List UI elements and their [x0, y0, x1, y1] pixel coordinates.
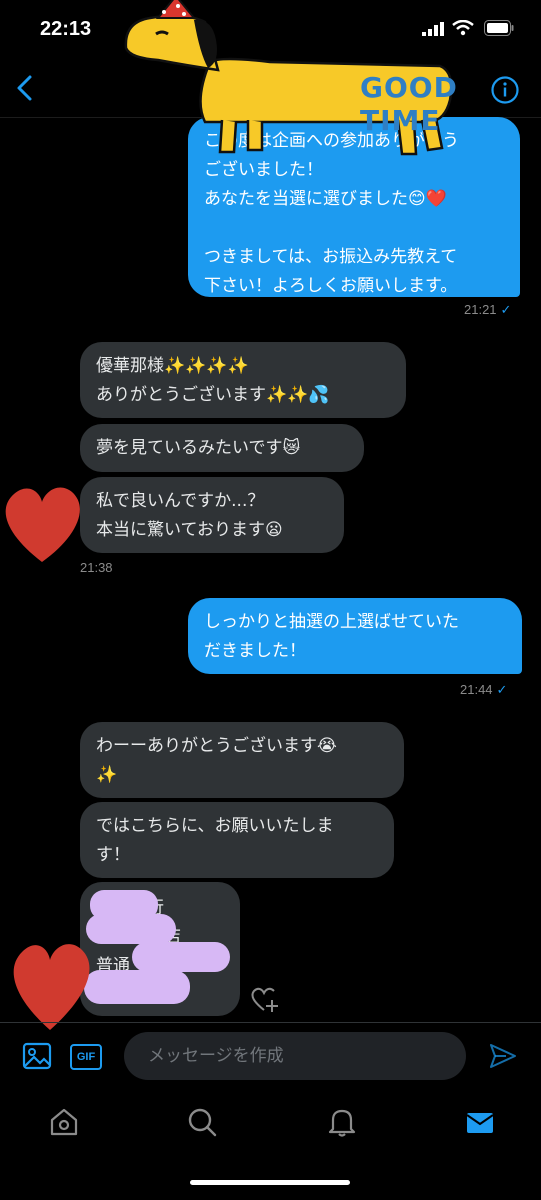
search-icon[interactable] — [186, 1106, 218, 1138]
message-timestamp: 21:38 — [80, 560, 113, 575]
timestamp-text: 21:21 — [464, 302, 497, 317]
status-time: 22:13 — [40, 18, 92, 40]
mail-icon[interactable] — [464, 1106, 496, 1138]
gif-button[interactable]: GIF — [70, 1044, 102, 1070]
redaction-scribble — [84, 890, 230, 1004]
message-composer: GIF メッセージを作成 — [0, 1022, 541, 1088]
battery-icon — [484, 20, 514, 36]
timestamp-text: 21:44 — [460, 682, 493, 697]
message-bubble-incoming[interactable]: わーーありがとうございます😭 ✨ — [80, 722, 404, 798]
message-bubble-incoming[interactable]: 夢を見ているみたいです😿 — [80, 424, 364, 472]
sticker-label: GOOD TIME — [360, 71, 458, 137]
add-reaction-icon[interactable] — [250, 986, 280, 1014]
message-bubble-incoming[interactable]: 私で良いんですか...？ 本当に驚いております😦 — [80, 477, 344, 553]
message-bubble-incoming[interactable]: ではこちらに、お願いいたしま す！ — [80, 802, 394, 878]
back-arrow-icon[interactable] — [14, 74, 36, 102]
message-bubble-outgoing[interactable]: しっかりと抽選の上選ばせていた だきました！ — [188, 598, 522, 674]
heart-sticker-icon — [5, 487, 80, 562]
message-timestamp: 21:44 ✓ — [460, 682, 508, 697]
home-indicator — [190, 1180, 350, 1185]
message-timestamp: 21:21 ✓ — [464, 302, 512, 317]
good-time-sticker: GOOD TIME — [110, 0, 470, 160]
heart-sticker-icon — [13, 944, 90, 1030]
image-icon[interactable] — [22, 1041, 52, 1071]
bell-icon[interactable] — [326, 1106, 358, 1138]
message-bubble-incoming[interactable]: 優華那様✨✨✨✨ ありがとうございます✨✨💦 — [80, 342, 406, 418]
send-icon[interactable] — [488, 1041, 518, 1071]
message-input[interactable]: メッセージを作成 — [124, 1032, 466, 1080]
info-icon[interactable] — [490, 75, 520, 105]
home-icon[interactable] — [48, 1106, 80, 1138]
